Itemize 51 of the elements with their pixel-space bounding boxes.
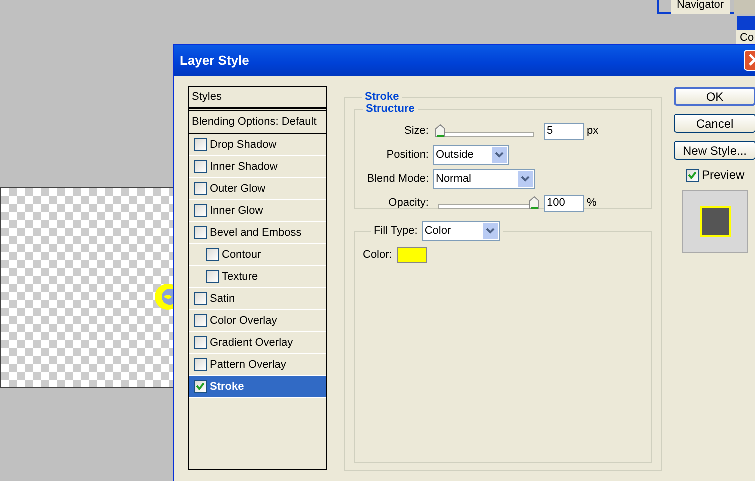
style-list-item[interactable]: Bevel and Emboss xyxy=(189,222,326,244)
dropdown[interactable]: Normal xyxy=(433,169,535,189)
panel-tab[interactable]: Navigator xyxy=(671,0,730,14)
dropdown[interactable]: Color xyxy=(422,221,500,241)
dropdown-label: Fill Type: xyxy=(374,225,418,237)
dialog-button[interactable]: OK xyxy=(674,87,755,106)
checkbox[interactable] xyxy=(194,182,207,195)
unit-label: % xyxy=(587,197,597,209)
number-input[interactable]: 100 xyxy=(544,194,584,212)
unit-label: px xyxy=(587,125,599,137)
checkbox[interactable] xyxy=(194,160,207,173)
checkbox[interactable] xyxy=(194,358,207,371)
style-list-item[interactable]: Outer Glow xyxy=(189,178,326,200)
style-list-item[interactable]: Color Overlay xyxy=(189,310,326,332)
group-title: Structure xyxy=(365,103,416,115)
checkbox[interactable] xyxy=(194,226,207,239)
checkbox[interactable] xyxy=(206,248,219,261)
checkbox[interactable] xyxy=(194,138,207,151)
slider-thumb[interactable] xyxy=(434,124,446,138)
slider-thumb[interactable] xyxy=(529,196,540,210)
dialog-button[interactable]: New Style... xyxy=(674,141,755,160)
checkbox[interactable] xyxy=(194,380,207,393)
checkbox[interactable] xyxy=(194,204,207,217)
dropdown-label: Position: xyxy=(386,149,430,161)
style-list-item[interactable]: Inner Shadow xyxy=(189,156,326,178)
checkbox[interactable] xyxy=(194,292,207,305)
group-title: Stroke xyxy=(364,91,400,103)
list-header[interactable]: Styles xyxy=(189,87,326,109)
checkbox[interactable] xyxy=(194,314,207,327)
checkbox[interactable] xyxy=(194,336,207,349)
style-list-item[interactable]: Drop Shadow xyxy=(189,134,326,156)
style-list-item[interactable]: Gradient Overlay xyxy=(189,332,326,354)
slider-label: Size: xyxy=(404,125,430,137)
style-list-item[interactable]: Stroke xyxy=(189,376,326,398)
checkbox-label: Preview xyxy=(702,168,745,182)
dropdown[interactable]: Outside xyxy=(433,145,509,165)
dialog-button[interactable]: Cancel xyxy=(674,114,755,133)
checkbox[interactable] xyxy=(686,168,699,182)
slider-label: Opacity: xyxy=(388,197,430,209)
style-list-item[interactable]: Contour xyxy=(189,244,326,266)
dropdown-label: Blend Mode: xyxy=(366,173,430,185)
blending-options-item[interactable]: Blending Options: Default xyxy=(189,110,326,134)
color-swatch[interactable] xyxy=(397,247,428,263)
style-list-item[interactable]: Inner Glow xyxy=(189,200,326,222)
number-input[interactable]: 5 xyxy=(544,122,584,140)
preview-thumbnail xyxy=(682,190,748,253)
window-title: Layer Style xyxy=(179,53,250,68)
style-list-item[interactable]: Texture xyxy=(189,266,326,288)
color-label: Color: xyxy=(363,249,392,261)
checkbox[interactable] xyxy=(206,270,219,283)
style-list-item[interactable]: Satin xyxy=(189,288,326,310)
